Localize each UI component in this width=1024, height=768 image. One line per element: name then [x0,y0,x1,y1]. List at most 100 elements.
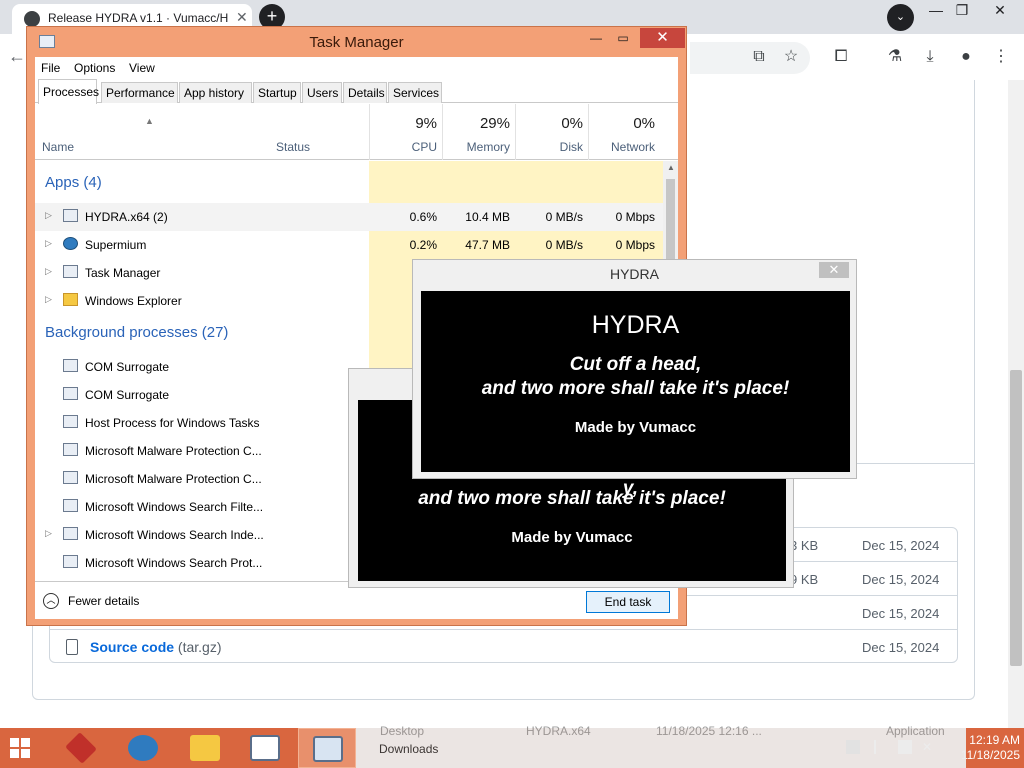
hydra-close-button[interactable]: ✕ [819,262,849,278]
file-explorer-peek: Desktop Downloads HYDRA.x64 11/18/2025 1… [356,724,966,768]
memory-percent: 29% [479,115,510,132]
star-icon[interactable]: ☆ [780,46,802,68]
task-manager-icon [313,736,343,762]
asset-link[interactable]: Source code (tar.gz) [90,639,222,655]
asset-row-source-code-targz[interactable]: Source code (tar.gz) Dec 15, 2024 [50,630,957,664]
page-scrollbar-thumb[interactable] [1010,370,1022,666]
extensions-icon[interactable]: ⧠ [830,46,852,68]
process-row-supermium[interactable]: ▷ Supermium 0.2% 47.7 MB 0 MB/s 0 Mbps [35,231,665,259]
tm-close-button[interactable]: ✕ [640,28,685,48]
expand-chevron-icon[interactable]: ▷ [45,266,52,277]
tab-close-icon[interactable]: ✕ [236,9,248,26]
process-window-icon [63,443,78,456]
col-divider [515,104,516,160]
hydra-line2: and two more shall take it's place! [481,378,790,399]
process-memory: 10.4 MB [465,210,510,224]
asset-date: Dec 15, 2024 [862,538,940,553]
expand-chevron-icon[interactable]: ▷ [45,210,52,221]
process-name: COM Surrogate [85,360,170,374]
tab-search-chevron-icon[interactable]: ⌄ [887,4,914,31]
back-arrow-icon[interactable]: ← [8,46,26,67]
process-name: Microsoft Windows Search Inde... [85,528,264,542]
supermium-icon [63,237,78,250]
tab-app-history[interactable]: App history [179,82,252,103]
fewer-details-link[interactable]: Fewer details [68,594,139,608]
task-manager-icon [63,265,78,278]
tab-services[interactable]: Services [388,82,442,103]
scroll-up-arrow-icon[interactable]: ▲ [667,163,675,172]
asset-date: Dec 15, 2024 [862,640,940,655]
tab-performance[interactable]: Performance [101,82,178,103]
network-percent: 0% [633,115,655,132]
taskbar-file-explorer[interactable] [176,728,234,768]
hydra-line1: Cut off a head, [569,354,702,375]
tm-maximize-button[interactable]: ▭ [609,29,637,49]
menu-options[interactable]: Options [74,61,115,75]
zip-file-icon [66,639,78,655]
process-disk: 0 MB/s [545,238,583,252]
file-name[interactable]: HYDRA.x64 [526,724,591,738]
hydra-popup-front[interactable]: HYDRA ✕ HYDRA Cut off a head, and two mo… [412,259,857,479]
taskbar-task-manager[interactable] [298,728,356,768]
col-status[interactable]: Status [276,140,310,154]
col-cpu[interactable]: CPU [375,140,437,154]
sort-ascending-icon[interactable]: ▲ [145,116,154,126]
task-window-icon [250,735,280,761]
process-window-icon [63,359,78,372]
github-favicon-icon [24,11,40,27]
taskbar-window[interactable] [236,728,294,768]
more-icon[interactable]: ⋮ [990,46,1012,68]
task-manager-titlebar[interactable]: Task Manager — ▭ ✕ [27,27,686,57]
process-name: Microsoft Windows Search Prot... [85,556,263,570]
process-name: Supermium [85,238,147,252]
process-name: Microsoft Malware Protection C... [85,472,262,486]
asset-link-text[interactable]: Source code [90,639,174,655]
expand-chevron-icon[interactable]: ▷ [45,528,52,539]
col-memory[interactable]: Memory [447,140,510,154]
nav-downloads[interactable]: Downloads [379,742,438,756]
windows-start-icon[interactable] [10,738,30,758]
expand-chevron-icon[interactable]: ▷ [45,238,52,249]
hydra-app-icon [65,732,97,764]
browser-close-button[interactable]: ✕ [982,0,1018,22]
folder-icon [63,293,78,306]
process-name: Microsoft Malware Protection C... [85,444,262,458]
asset-date: Dec 15, 2024 [862,606,940,621]
end-task-button[interactable]: End task [586,591,670,613]
taskbar-supermium[interactable] [114,728,172,768]
hydra-window-title: HYDRA [609,266,659,282]
section-background-processes: Background processes (27) [45,324,229,341]
profile-icon[interactable]: ● [955,46,977,68]
col-network[interactable]: Network [593,140,655,154]
flask-icon[interactable]: ⚗ [884,46,906,68]
disk-percent: 0% [561,115,583,132]
browser-restore-button[interactable]: ❐ [944,0,980,22]
col-divider [442,104,443,160]
asset-ext: (tar.gz) [177,639,222,655]
supermium-icon [128,735,158,761]
hydra-message-panel: HYDRA Cut off a head, and two more shall… [421,291,850,472]
install-icon[interactable]: ⧉ [748,46,770,68]
col-name[interactable]: Name [42,140,74,154]
page-scrollbar[interactable] [1008,80,1024,728]
taskbar-hydra[interactable] [52,728,110,768]
col-disk[interactable]: Disk [520,140,583,154]
tab-users[interactable]: Users [302,82,342,103]
tab-startup[interactable]: Startup [253,82,301,103]
nav-desktop[interactable]: Desktop [380,724,424,738]
asset-size: 9 KB [790,572,819,587]
tm-minimize-button[interactable]: — [582,29,610,49]
download-icon[interactable]: ⤓ [919,46,941,68]
expand-chevron-icon[interactable]: ▷ [45,294,52,305]
tab-processes[interactable]: Processes [38,79,99,104]
tm-column-header: ▲ Name Status 9% CPU 29% Memory 0% Disk … [35,104,678,160]
process-row-hydra[interactable]: ▷ HYDRA.x64 (2) 0.6% 10.4 MB 0 MB/s 0 Mb… [35,203,665,231]
file-type: Application [886,724,945,738]
menu-view[interactable]: View [129,61,155,75]
process-network: 0 Mbps [615,210,655,224]
col-divider [588,104,589,160]
menu-file[interactable]: File [41,61,60,75]
tab-details[interactable]: Details [343,82,387,103]
process-cpu: 0.6% [409,210,437,224]
collapse-chevron-icon[interactable]: ︿ [43,593,59,609]
